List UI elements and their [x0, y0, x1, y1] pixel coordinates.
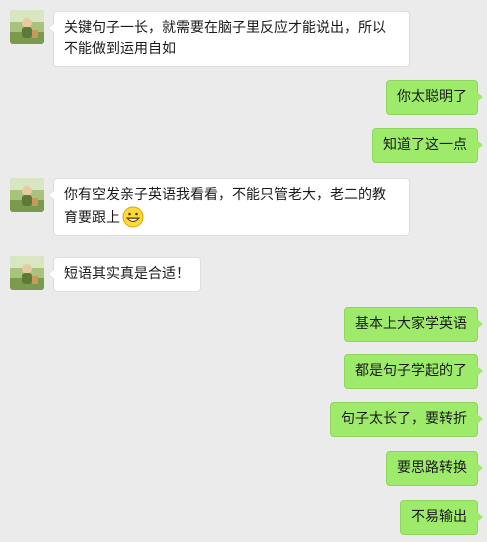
avatar-photo-icon	[10, 256, 44, 290]
outgoing-message[interactable]: 要思路转换	[386, 451, 483, 486]
message-text: 要思路转换	[397, 460, 467, 476]
contact-avatar[interactable]	[10, 10, 44, 44]
message-text: 短语其实真是合适！	[64, 266, 190, 282]
grinning-face-icon	[122, 206, 144, 228]
avatar-photo-icon	[10, 178, 44, 212]
outgoing-message[interactable]: 都是句子学起的了	[344, 354, 483, 389]
outgoing-message[interactable]: 你太聪明了	[386, 80, 483, 115]
outgoing-message[interactable]: 知道了这一点	[372, 128, 483, 163]
incoming-message[interactable]: 短语其实真是合适！	[48, 257, 201, 292]
message-text: 你太聪明了	[397, 89, 467, 105]
outgoing-message[interactable]: 句子太长了，要转折	[330, 402, 483, 437]
message-text: 你有空发亲子英语我看看，不能只管老大，老二的教育要跟上	[64, 187, 386, 226]
message-text: 句子太长了，要转折	[341, 411, 467, 427]
outgoing-message[interactable]: 基本上大家学英语	[344, 307, 483, 342]
chat-area: 关键句子一长，就需要在脑子里反应才能说出，所以不能做到运用自如 你太聪明了 知道…	[0, 0, 487, 542]
message-text: 知道了这一点	[383, 137, 467, 153]
message-text: 不易输出	[411, 509, 467, 525]
message-text: 都是句子学起的了	[355, 363, 467, 379]
message-text: 关键句子一长，就需要在脑子里反应才能说出，所以不能做到运用自如	[64, 20, 386, 57]
avatar-photo-icon	[10, 10, 44, 44]
message-text: 基本上大家学英语	[355, 316, 467, 332]
outgoing-message[interactable]: 不易输出	[400, 500, 483, 535]
contact-avatar[interactable]	[10, 256, 44, 290]
contact-avatar[interactable]	[10, 178, 44, 212]
incoming-message[interactable]: 你有空发亲子英语我看看，不能只管老大，老二的教育要跟上	[48, 178, 410, 236]
incoming-message[interactable]: 关键句子一长，就需要在脑子里反应才能说出，所以不能做到运用自如	[48, 11, 410, 67]
